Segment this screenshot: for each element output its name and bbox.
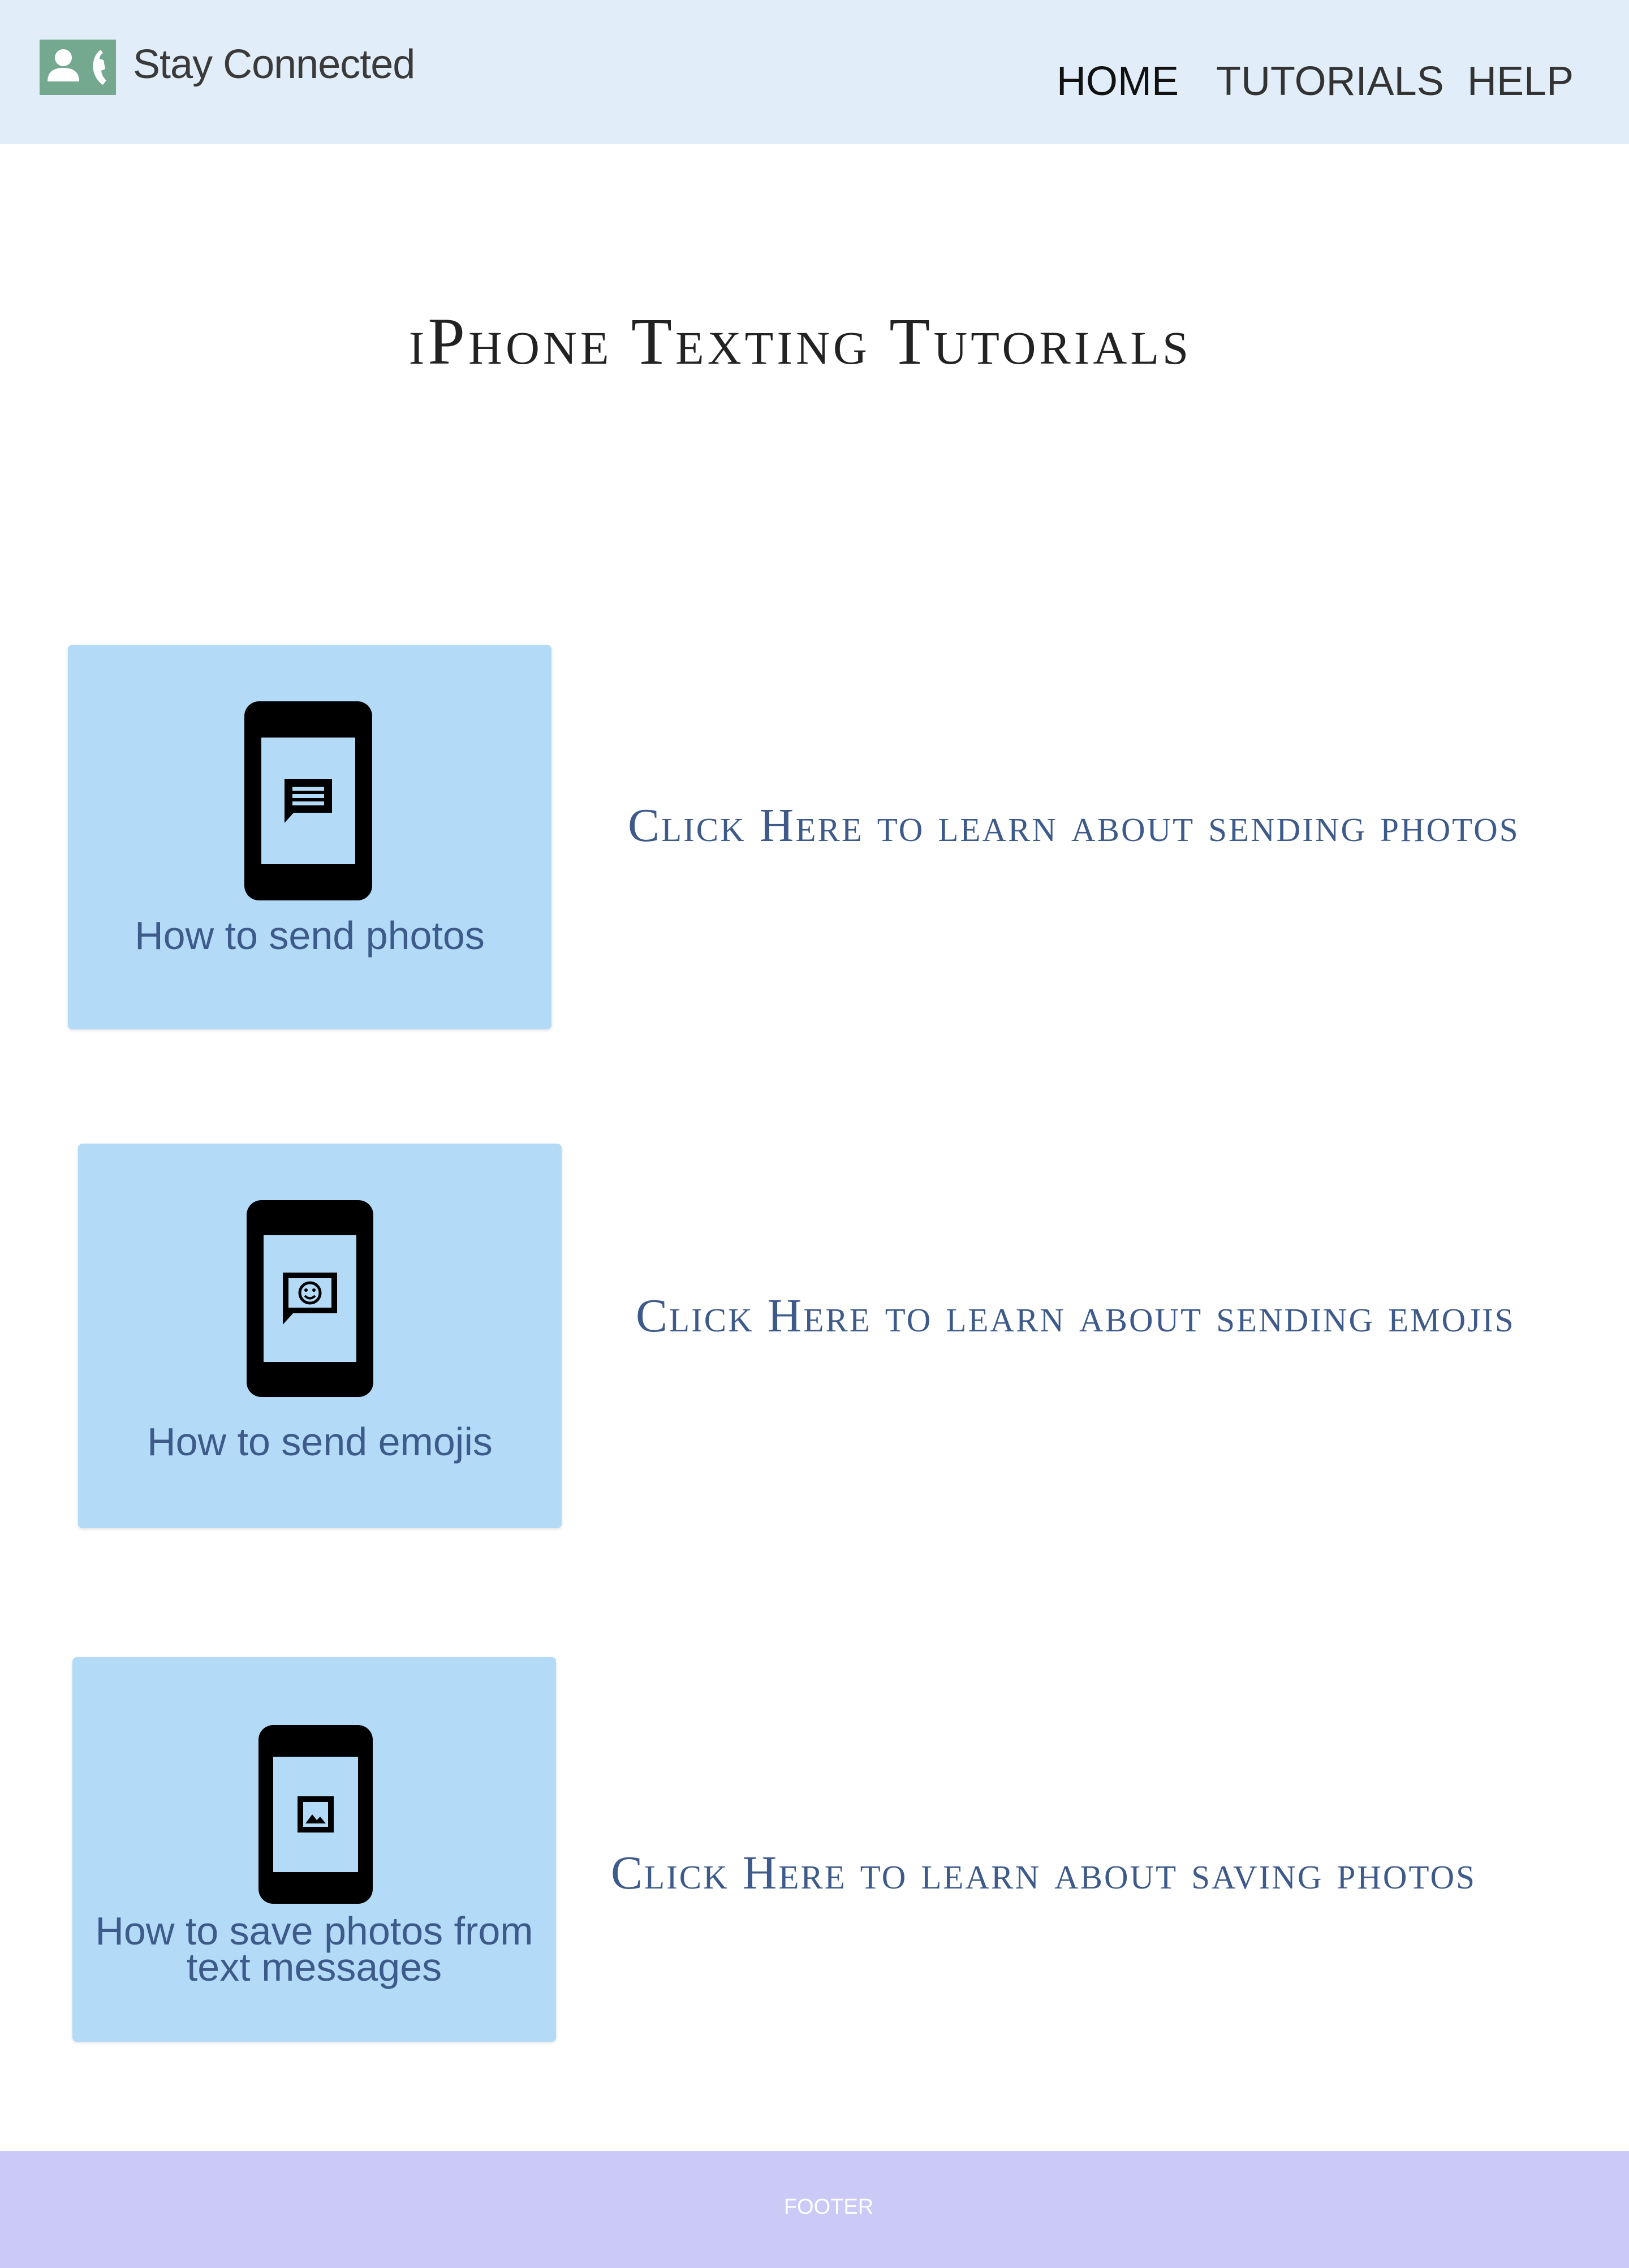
card-label: How to save photos from text messages: [95, 1909, 533, 1989]
link-saving-photos[interactable]: Click Here to learn about saving photos: [611, 1849, 1476, 1897]
phone-message-icon: [244, 701, 372, 900]
site-header: Stay Connected HOME TUTORIALS HELP: [0, 0, 1629, 144]
link-sending-emojis[interactable]: Click Here to learn about sending emojis: [636, 1292, 1515, 1340]
footer-text: FOOTER: [783, 2195, 874, 2219]
tutorial-card-send-photos[interactable]: How to send photos: [68, 645, 551, 1029]
link-sending-photos[interactable]: Click Here to learn about sending photos: [628, 802, 1520, 850]
tutorial-card-send-emojis[interactable]: How to send emojis: [78, 1144, 562, 1528]
contact-phone-icon[interactable]: [40, 40, 116, 95]
brand-name[interactable]: Stay Connected: [133, 44, 415, 85]
card-label: How to send emojis: [147, 1420, 493, 1464]
nav-tutorials[interactable]: TUTORIALS: [1216, 61, 1444, 102]
nav-help[interactable]: HELP: [1467, 61, 1574, 102]
phone-emoji-message-icon: [247, 1200, 373, 1397]
phone-image-icon: [258, 1725, 373, 1904]
page-title: iPhone Texting Tutorials: [408, 304, 1192, 378]
nav-home[interactable]: HOME: [1057, 61, 1179, 102]
tutorial-card-save-photos[interactable]: How to save photos from text messages: [72, 1657, 556, 2042]
site-footer: FOOTER: [0, 2151, 1629, 2268]
card-label: How to send photos: [135, 913, 485, 958]
